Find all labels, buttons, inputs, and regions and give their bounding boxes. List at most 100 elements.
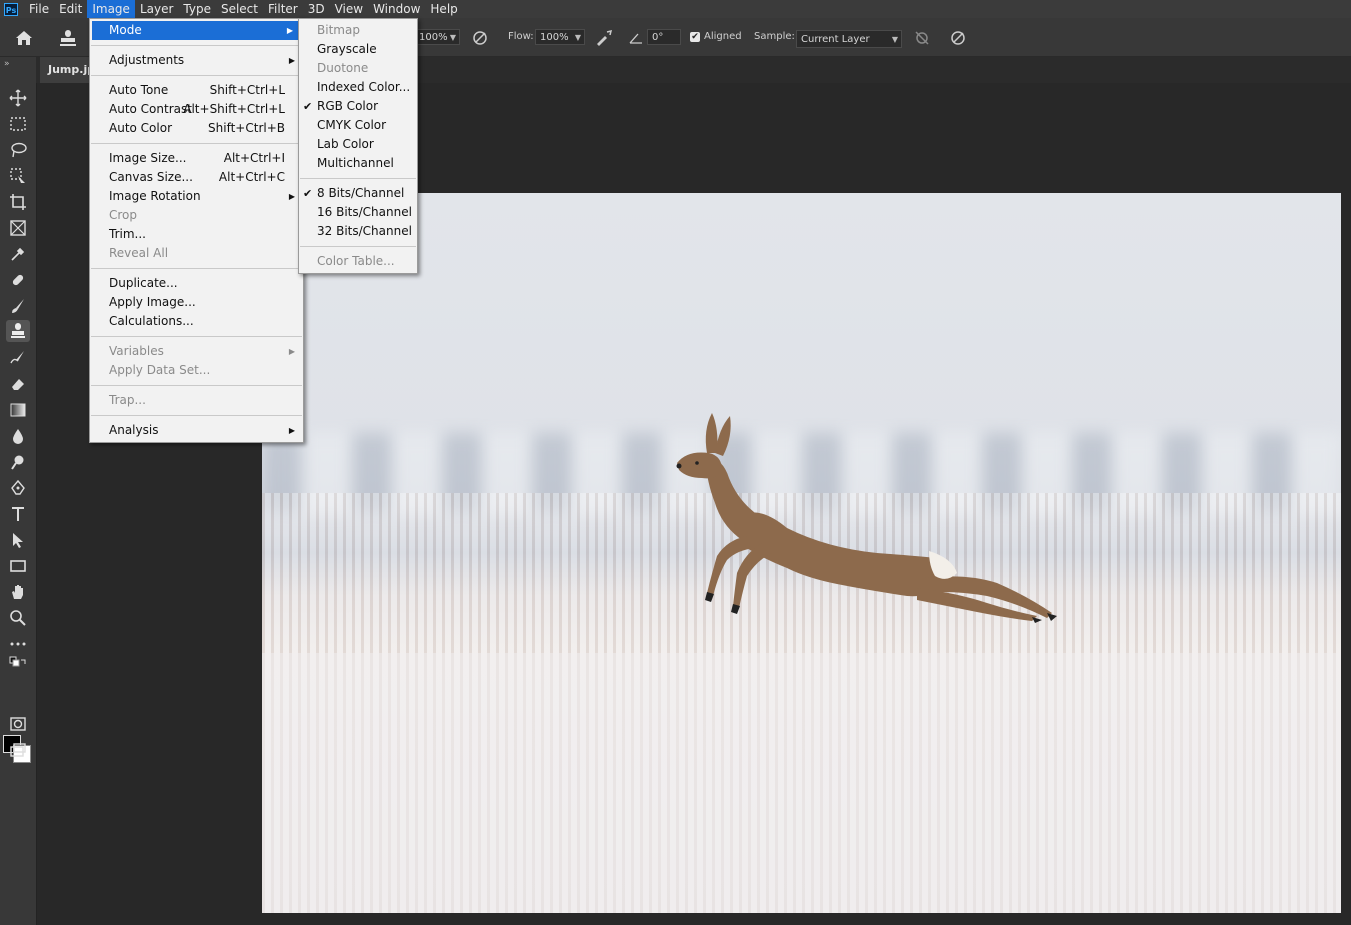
zoom-tool-icon[interactable] bbox=[6, 607, 30, 629]
ignore-adjustment-layers-icon[interactable] bbox=[912, 28, 932, 48]
menu-image[interactable]: Image bbox=[87, 0, 135, 18]
menu-item-32-bits[interactable]: 32 Bits/Channel bbox=[299, 222, 417, 241]
eyedropper-tool-icon[interactable] bbox=[6, 243, 30, 265]
more-tools-icon[interactable] bbox=[6, 633, 30, 655]
aligned-label: Aligned bbox=[704, 31, 742, 42]
object-selection-tool-icon[interactable] bbox=[6, 165, 30, 187]
menu-layer[interactable]: Layer bbox=[135, 0, 178, 18]
menu-item-16-bits[interactable]: 16 Bits/Channel bbox=[299, 203, 417, 222]
menu-item-image-rotation[interactable]: Image Rotation ▶ bbox=[90, 187, 303, 206]
pressure-opacity-icon[interactable] bbox=[470, 28, 490, 48]
menu-item-duotone: Duotone bbox=[299, 59, 417, 78]
menu-item-label: Apply Data Set... bbox=[109, 363, 211, 377]
menu-item-auto-color[interactable]: Auto Color Shift+Ctrl+B bbox=[90, 119, 303, 138]
move-tool-icon[interactable] bbox=[6, 87, 30, 109]
menu-item-lab-color[interactable]: Lab Color bbox=[299, 135, 417, 154]
menu-item-apply-data-set: Apply Data Set... bbox=[90, 361, 303, 380]
angle-field[interactable]: 0° bbox=[647, 29, 681, 45]
hand-tool-icon[interactable] bbox=[6, 581, 30, 603]
menu-item-label: Auto Contrast bbox=[109, 102, 192, 116]
menu-help[interactable]: Help bbox=[425, 0, 462, 18]
menu-item-mode[interactable]: Mode ▶ bbox=[92, 21, 301, 40]
menu-filter[interactable]: Filter bbox=[263, 0, 303, 18]
frame-tool-icon[interactable] bbox=[6, 217, 30, 239]
default-colors-icon[interactable] bbox=[6, 656, 30, 673]
menu-bar: Ps File Edit Image Layer Type Select Fil… bbox=[0, 0, 1351, 18]
blur-tool-icon[interactable] bbox=[6, 425, 30, 447]
menu-window[interactable]: Window bbox=[368, 0, 425, 18]
menu-item-apply-image[interactable]: Apply Image... bbox=[90, 293, 303, 312]
pen-tool-icon[interactable] bbox=[6, 477, 30, 499]
menu-item-color-table: Color Table... bbox=[299, 252, 417, 271]
type-tool-icon[interactable] bbox=[6, 503, 30, 525]
quick-mask-icon[interactable] bbox=[6, 713, 30, 735]
submenu-arrow-icon: ▶ bbox=[288, 56, 295, 65]
lasso-tool-icon[interactable] bbox=[6, 139, 30, 161]
mode-submenu: Bitmap Grayscale Duotone Indexed Color..… bbox=[298, 18, 418, 274]
eraser-tool-icon[interactable] bbox=[6, 373, 30, 395]
menu-item-shortcut: Shift+Ctrl+L bbox=[209, 83, 285, 97]
marquee-tool-icon[interactable] bbox=[6, 113, 30, 135]
menu-item-cmyk-color[interactable]: CMYK Color bbox=[299, 116, 417, 135]
menu-item-label: Trim... bbox=[109, 227, 146, 241]
menu-item-multichannel[interactable]: Multichannel bbox=[299, 154, 417, 173]
menu-item-label: CMYK Color bbox=[317, 118, 387, 132]
clone-stamp-tool-icon[interactable] bbox=[6, 320, 30, 342]
menu-item-trim[interactable]: Trim... bbox=[90, 225, 303, 244]
menu-item-grayscale[interactable]: Grayscale bbox=[299, 40, 417, 59]
submenu-arrow-icon: ▶ bbox=[288, 347, 295, 356]
menu-item-8-bits[interactable]: ✔ 8 Bits/Channel bbox=[299, 184, 417, 203]
screen-mode-icon[interactable] bbox=[6, 739, 30, 761]
crop-tool-icon[interactable] bbox=[6, 191, 30, 213]
menu-item-label: Analysis bbox=[109, 423, 159, 437]
menu-item-indexed-color[interactable]: Indexed Color... bbox=[299, 78, 417, 97]
menu-type[interactable]: Type bbox=[178, 0, 216, 18]
menu-item-adjustments[interactable]: Adjustments ▶ bbox=[90, 51, 303, 70]
menu-file[interactable]: File bbox=[24, 0, 54, 18]
chevron-down-icon: ▼ bbox=[449, 33, 456, 42]
menu-view[interactable]: View bbox=[330, 0, 368, 18]
aligned-checkbox[interactable]: ✔ bbox=[690, 32, 700, 42]
menu-item-label: Adjustments bbox=[109, 53, 185, 67]
path-selection-tool-icon[interactable] bbox=[6, 529, 30, 551]
gradient-tool-icon[interactable] bbox=[6, 399, 30, 421]
pressure-size-icon[interactable] bbox=[948, 28, 968, 48]
document-canvas-image[interactable] bbox=[262, 193, 1341, 913]
menu-item-rgb-color[interactable]: ✔ RGB Color bbox=[299, 97, 417, 116]
menu-item-label: Auto Color bbox=[109, 121, 173, 135]
collapse-panel-icon[interactable]: » bbox=[4, 59, 10, 69]
menu-item-image-size[interactable]: Image Size... Alt+Ctrl+I bbox=[90, 149, 303, 168]
menu-item-label: 8 Bits/Channel bbox=[317, 186, 405, 200]
brush-tool-icon[interactable] bbox=[6, 295, 30, 317]
sample-select[interactable]: Current Layer ▼ bbox=[796, 30, 902, 48]
menu-item-analysis[interactable]: Analysis ▶ bbox=[90, 421, 303, 440]
menu-edit[interactable]: Edit bbox=[54, 0, 87, 18]
menu-item-label: Variables bbox=[109, 344, 164, 358]
menu-item-canvas-size[interactable]: Canvas Size... Alt+Ctrl+C bbox=[90, 168, 303, 187]
healing-brush-tool-icon[interactable] bbox=[6, 269, 30, 291]
menu-item-label: Bitmap bbox=[317, 23, 360, 37]
submenu-arrow-icon: ▶ bbox=[288, 192, 295, 201]
menu-item-label: 16 Bits/Channel bbox=[317, 205, 412, 219]
menu-item-reveal-all: Reveal All bbox=[90, 244, 303, 263]
home-icon[interactable] bbox=[12, 26, 36, 50]
photoshop-logo-icon[interactable]: Ps bbox=[4, 2, 18, 16]
menu-item-auto-contrast[interactable]: Auto Contrast Alt+Shift+Ctrl+L bbox=[90, 100, 303, 119]
opacity-field[interactable]: 100% ▼ bbox=[414, 29, 460, 45]
flow-value: 100% bbox=[540, 32, 569, 43]
menu-item-label: Image Rotation bbox=[109, 189, 201, 203]
menu-item-calculations[interactable]: Calculations... bbox=[90, 312, 303, 331]
rectangle-tool-icon[interactable] bbox=[6, 555, 30, 577]
menu-item-label: Color Table... bbox=[317, 254, 395, 268]
menu-3d[interactable]: 3D bbox=[303, 0, 330, 18]
dodge-tool-icon[interactable] bbox=[6, 451, 30, 473]
menu-item-duplicate[interactable]: Duplicate... bbox=[90, 274, 303, 293]
airbrush-icon[interactable] bbox=[594, 28, 614, 48]
flow-field[interactable]: 100% ▼ bbox=[535, 29, 585, 45]
history-brush-tool-icon[interactable] bbox=[6, 347, 30, 369]
menu-item-variables: Variables ▶ bbox=[90, 342, 303, 361]
tools-panel: » bbox=[0, 57, 37, 925]
menu-select[interactable]: Select bbox=[216, 0, 263, 18]
clone-stamp-preset-icon[interactable] bbox=[56, 26, 80, 50]
menu-item-auto-tone[interactable]: Auto Tone Shift+Ctrl+L bbox=[90, 81, 303, 100]
